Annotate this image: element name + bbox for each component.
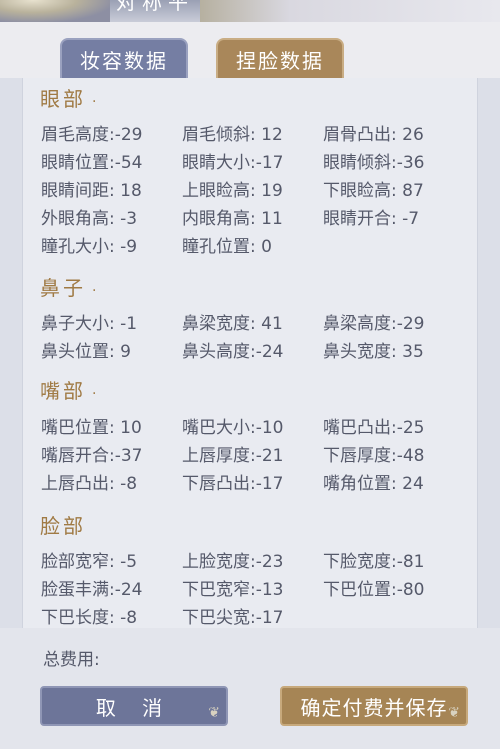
- eyes-item: 内眼角高: 11: [182, 209, 283, 229]
- nose-item: 鼻子大小: -1: [41, 314, 138, 334]
- eyes-item: 眼睛位置:-54: [41, 153, 143, 173]
- leaf-ornament-icon: ❦: [208, 705, 220, 721]
- face-item: 下脸宽度:-81: [323, 552, 425, 572]
- banner-ornament-right: [200, 0, 500, 22]
- eyes-item: 瞳孔大小: -9: [41, 237, 138, 257]
- eyes-item: 眉毛高度:-29: [41, 125, 143, 145]
- face-item: 下巴尖宽:-17: [182, 608, 284, 628]
- mouth-item: 嘴巴凸出:-25: [323, 418, 425, 438]
- leaf-ornament-icon: ❦: [448, 705, 460, 721]
- mouth-item: 上唇厚度:-21: [182, 446, 284, 466]
- eyes-item: 上眼睑高: 19: [182, 181, 283, 201]
- eyes-item: 眉毛倾斜: 12: [182, 125, 283, 145]
- mouth-item: 嘴巴大小:-10: [182, 418, 284, 438]
- eyes-item: 下眼睑高: 87: [323, 181, 424, 201]
- total-cost-label: 总费用:: [43, 650, 100, 670]
- top-banner: 对称平: [0, 0, 500, 22]
- nose-item: 鼻梁宽度: 41: [182, 314, 283, 334]
- face-item: 下巴位置:-80: [323, 580, 425, 600]
- eyes-item: 眼睛大小:-17: [182, 153, 284, 173]
- mouth-item: 嘴巴位置: 10: [41, 418, 142, 438]
- section-title-nose: 鼻子 ·: [40, 276, 100, 300]
- cancel-button[interactable]: 取 消 ❦: [40, 686, 228, 726]
- face-item: 脸蛋丰满:-24: [41, 580, 143, 600]
- mouth-item: 下唇凸出:-17: [182, 474, 284, 494]
- face-item: 脸部宽窄: -5: [41, 552, 138, 572]
- window-title: 对称平: [116, 0, 194, 14]
- cancel-button-label: 取 消: [95, 695, 173, 720]
- mouth-item: 上唇凸出: -8: [41, 474, 138, 494]
- mouth-item: 嘴唇开合:-37: [41, 446, 143, 466]
- face-item: 下巴宽窄:-13: [182, 580, 284, 600]
- eyes-item: 眼睛倾斜:-36: [323, 153, 425, 173]
- eyes-item: 瞳孔位置: 0: [182, 237, 272, 257]
- section-title-mouth: 嘴部 ·: [40, 379, 100, 403]
- eyes-item: 眼睛开合: -7: [323, 209, 420, 229]
- tab-face-data[interactable]: 捏脸数据: [216, 38, 344, 78]
- nose-item: 鼻头高度:-24: [182, 342, 284, 362]
- banner-ornament-left: [0, 0, 110, 22]
- eyes-item: 外眼角高: -3: [41, 209, 138, 229]
- nose-item: 鼻梁高度:-29: [323, 314, 425, 334]
- eyes-item: 眼睛间距: 18: [41, 181, 142, 201]
- nose-item: 鼻头宽度: 35: [323, 342, 424, 362]
- eyes-item: 眉骨凸出: 26: [323, 125, 424, 145]
- tab-makeup-data[interactable]: 妆容数据: [60, 38, 188, 78]
- confirm-pay-save-button[interactable]: 确定付费并保存 ❦: [280, 686, 468, 726]
- face-item: 下巴长度: -8: [41, 608, 138, 628]
- mouth-item: 下唇厚度:-48: [323, 446, 425, 466]
- nose-item: 鼻头位置: 9: [41, 342, 131, 362]
- confirm-button-label: 确定付费并保存: [300, 695, 448, 720]
- section-title-face: 脸部: [40, 514, 86, 538]
- mouth-item: 嘴角位置: 24: [323, 474, 424, 494]
- section-title-eyes: 眼部 ·: [40, 87, 100, 111]
- face-item: 上脸宽度:-23: [182, 552, 284, 572]
